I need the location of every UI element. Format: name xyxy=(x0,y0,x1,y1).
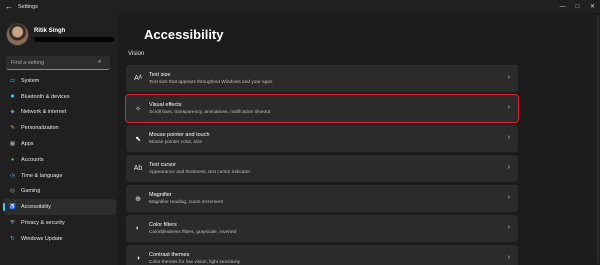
bluetooth-icon: ✱ xyxy=(10,93,15,100)
close-icon[interactable]: ✕ xyxy=(585,0,600,13)
setting-description: Text size that appears throughout Window… xyxy=(149,80,273,85)
setting-magnifier[interactable]: ⊕ Magnifier Magnifier reading, zoom incr… xyxy=(126,185,518,212)
sidebar-item-system[interactable]: ▭ System xyxy=(3,73,116,89)
sidebar-item-label: Accessibility xyxy=(21,204,51,211)
sidebar-item-time-language[interactable]: ◷ Time & language xyxy=(3,168,116,184)
sidebar-item-windows-update[interactable]: ↻ Windows Update xyxy=(3,231,116,247)
sidebar-item-accounts[interactable]: ● Accounts xyxy=(3,152,116,168)
scrollbar[interactable] xyxy=(597,15,599,263)
text-size-icon: Aᴬ xyxy=(134,75,142,82)
sidebar-item-label: Gaming xyxy=(21,188,41,195)
sidebar-item-label: Time & language xyxy=(21,172,63,179)
chevron-right-icon: › xyxy=(507,134,510,141)
setting-color-filters[interactable]: ◐ Color filters Colorblindness filters, … xyxy=(126,215,518,242)
sidebar-item-label: Personalization xyxy=(21,125,59,132)
sidebar-item-label: Bluetooth & devices xyxy=(21,93,70,100)
window-title: Settings xyxy=(18,3,38,10)
sidebar-item-apps[interactable]: ▦ Apps xyxy=(3,136,116,152)
sparkle-icon: ✧ xyxy=(135,105,141,113)
sidebar-item-label: Windows Update xyxy=(21,235,63,242)
setting-contrast-themes[interactable]: ◑ Contrast themes Color themes for low v… xyxy=(126,245,518,265)
chevron-right-icon: › xyxy=(507,224,510,231)
clock-globe-icon: ◷ xyxy=(10,172,15,179)
accessibility-icon: ♿ xyxy=(9,204,16,211)
redacted-email xyxy=(34,36,114,42)
chevron-right-icon: › xyxy=(507,254,510,261)
network-icon: ◈ xyxy=(10,109,15,116)
update-icon: ↻ xyxy=(10,235,15,242)
color-filter-icon: ◐ xyxy=(135,225,141,232)
contrast-icon: ◑ xyxy=(135,255,141,262)
sidebar-item-label: Accounts xyxy=(21,156,44,163)
sidebar-item-accessibility[interactable]: ♿ Accessibility xyxy=(3,199,116,216)
shield-icon: ⛨ xyxy=(10,219,15,226)
setting-title: Magnifier xyxy=(149,192,172,198)
sidebar: Ritik Singh Find a setting ⌕ ▭ System ✱ … xyxy=(0,13,118,265)
setting-title: Text size xyxy=(149,72,171,78)
text-cursor-icon: Ab xyxy=(133,165,143,172)
sidebar-item-network[interactable]: ◈ Network & internet xyxy=(3,105,116,121)
page-title: Accessibility xyxy=(144,27,224,42)
magnifier-icon: ⊕ xyxy=(135,195,141,203)
avatar xyxy=(6,23,29,46)
back-arrow-icon[interactable]: ← xyxy=(2,0,16,13)
sidebar-item-bluetooth[interactable]: ✱ Bluetooth & devices xyxy=(3,89,116,105)
window-controls: — □ ✕ xyxy=(555,0,600,13)
sidebar-item-label: Network & internet xyxy=(21,109,67,116)
minimize-icon[interactable]: — xyxy=(555,0,570,13)
setting-title: Mouse pointer and touch xyxy=(149,132,210,138)
user-profile[interactable]: Ritik Singh xyxy=(6,23,114,46)
chevron-right-icon: › xyxy=(507,104,510,111)
setting-description: Colorblindness filters, grayscale, inver… xyxy=(149,230,237,235)
settings-list: Aᴬ Text size Text size that appears thro… xyxy=(125,65,519,265)
setting-description: Color themes for low vision, light sensi… xyxy=(149,260,241,265)
maximize-icon[interactable]: □ xyxy=(570,0,585,13)
sidebar-item-label: Apps xyxy=(21,141,34,148)
setting-text-cursor[interactable]: Ab Text cursor Appearance and thickness,… xyxy=(126,155,518,182)
setting-description: Mouse pointer color, size xyxy=(149,140,203,145)
mouse-pointer-icon: ⬉ xyxy=(135,135,141,143)
apps-icon: ▦ xyxy=(9,141,16,148)
setting-title: Color filters xyxy=(149,222,177,228)
sidebar-nav: ▭ System ✱ Bluetooth & devices ◈ Network… xyxy=(3,73,116,247)
monitor-icon: ▭ xyxy=(9,77,16,84)
chevron-right-icon: › xyxy=(507,194,510,201)
title-bar: ← Settings — □ ✕ xyxy=(0,0,600,13)
setting-description: Scroll bars, transparency, animations, n… xyxy=(149,110,271,115)
setting-visual-effects[interactable]: ✧ Visual effects Scroll bars, transparen… xyxy=(125,94,519,123)
chevron-right-icon: › xyxy=(507,74,510,81)
search-icon[interactable]: ⌕ xyxy=(98,59,110,66)
person-icon: ● xyxy=(10,156,15,163)
setting-description: Magnifier reading, zoom increment xyxy=(149,200,223,205)
sidebar-item-gaming[interactable]: ◎ Gaming xyxy=(3,184,116,200)
sidebar-item-personalization[interactable]: ✎ Personalization xyxy=(3,120,116,136)
setting-text-size[interactable]: Aᴬ Text size Text size that appears thro… xyxy=(126,65,518,92)
search-placeholder: Find a setting xyxy=(11,59,45,66)
setting-title: Visual effects xyxy=(149,102,182,108)
sidebar-item-label: System xyxy=(21,77,40,84)
sidebar-item-privacy[interactable]: ⛨ Privacy & security xyxy=(3,215,116,231)
setting-title: Text cursor xyxy=(149,162,176,168)
profile-name: Ritik Singh xyxy=(34,27,66,34)
brush-icon: ✎ xyxy=(10,125,15,132)
sidebar-item-label: Privacy & security xyxy=(21,220,65,227)
gamepad-icon: ◎ xyxy=(10,188,15,195)
chevron-right-icon: › xyxy=(507,164,510,171)
search-input[interactable]: Find a setting ⌕ xyxy=(6,56,110,70)
section-heading-vision: Vision xyxy=(128,51,145,57)
setting-description: Appearance and thickness, text cursor in… xyxy=(149,170,251,175)
setting-mouse-pointer[interactable]: ⬉ Mouse pointer and touch Mouse pointer … xyxy=(126,125,518,152)
setting-title: Contrast themes xyxy=(149,252,190,258)
